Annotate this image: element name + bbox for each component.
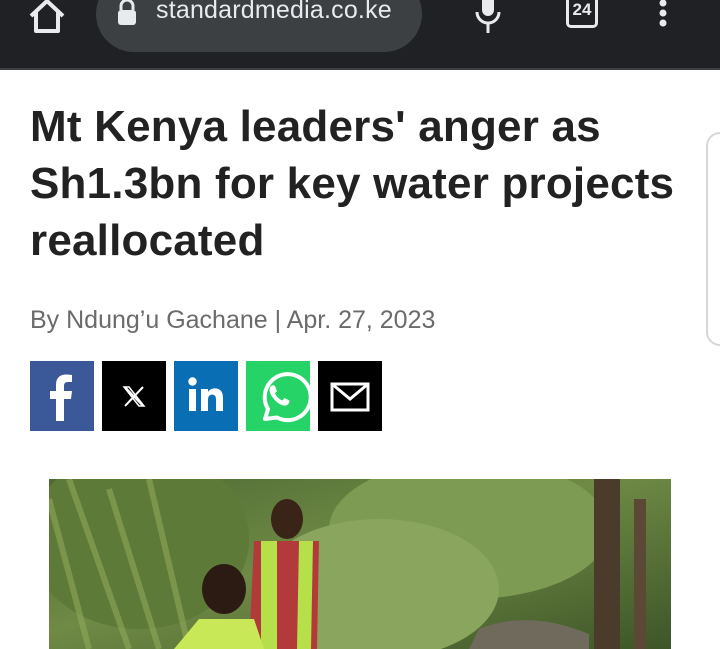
home-icon[interactable] bbox=[26, 0, 68, 34]
article-headline: Mt Kenya leaders' anger as Sh1.3bn for k… bbox=[30, 102, 675, 265]
address-bar-url[interactable]: standardmedia.co.ke bbox=[156, 0, 392, 25]
share-linkedin-button[interactable] bbox=[174, 361, 238, 431]
mic-icon[interactable] bbox=[472, 0, 504, 34]
share-facebook-button[interactable] bbox=[30, 361, 94, 431]
share-x-button[interactable] bbox=[102, 361, 166, 431]
tab-switcher-button[interactable]: 24 bbox=[566, 0, 598, 28]
article-byline: By Ndung’u Gachane | Apr. 27, 2023 bbox=[30, 306, 436, 334]
browser-toolbar: standardmedia.co.ke 24 bbox=[0, 0, 720, 70]
article-photo bbox=[49, 479, 671, 649]
menu-icon[interactable] bbox=[656, 0, 670, 32]
share-email-button[interactable] bbox=[318, 361, 382, 431]
share-whatsapp-button[interactable] bbox=[246, 361, 310, 431]
lock-icon[interactable] bbox=[116, 0, 138, 26]
